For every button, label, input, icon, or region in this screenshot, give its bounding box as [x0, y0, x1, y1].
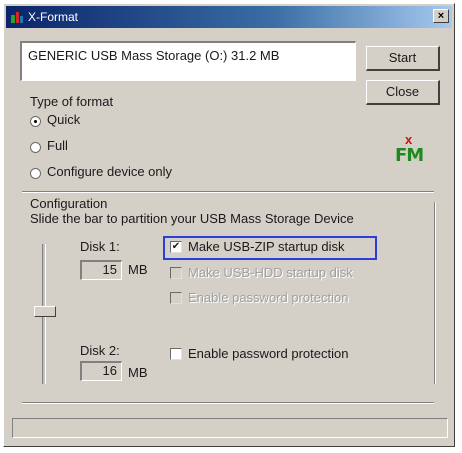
bottom-divider [22, 402, 434, 404]
device-field[interactable]: GENERIC USB Mass Storage (O:) 31.2 MB [20, 41, 356, 81]
section-divider [22, 191, 434, 193]
usb-zip-checkbox[interactable]: ✔ [170, 241, 182, 253]
disk2-password-checkbox[interactable] [170, 348, 182, 360]
title-bar[interactable]: X-Format × [6, 6, 452, 28]
fm-logo-icon: x FM [392, 132, 432, 172]
disk2-unit: MB [128, 365, 148, 380]
usb-zip-label[interactable]: Make USB-ZIP startup disk [188, 239, 345, 254]
disk2-size-field[interactable]: 16 [80, 361, 122, 381]
radio-full[interactable] [30, 142, 41, 153]
progress-bar [12, 418, 448, 438]
disk1-unit: MB [128, 262, 148, 277]
partition-slider-thumb[interactable] [34, 306, 56, 317]
start-button[interactable]: Start [366, 46, 440, 71]
radio-quick-label[interactable]: Quick [47, 112, 80, 127]
close-button[interactable]: Close [366, 80, 440, 105]
x-format-window: X-Format × GENERIC USB Mass Storage (O:)… [3, 3, 455, 447]
usb-hdd-label: Make USB-HDD startup disk [188, 265, 353, 280]
configuration-heading: Configuration [30, 196, 108, 211]
group-border [434, 202, 436, 384]
configuration-subtitle: Slide the bar to partition your USB Mass… [30, 211, 354, 226]
disk1-size-value: 15 [102, 262, 117, 277]
radio-full-label[interactable]: Full [47, 138, 68, 153]
format-type-heading: Type of format [30, 94, 114, 109]
radio-configure-only-label[interactable]: Configure device only [47, 164, 172, 179]
window-close-button[interactable]: × [433, 9, 449, 23]
radio-configure-only[interactable] [30, 168, 41, 179]
disk1-size-field[interactable]: 15 [80, 260, 122, 280]
disk1-password-checkbox [170, 292, 182, 304]
usb-hdd-checkbox [170, 267, 182, 279]
disk1-label: Disk 1: [80, 239, 120, 254]
disk2-label: Disk 2: [80, 343, 120, 358]
disk2-size-value: 16 [102, 363, 117, 378]
disk1-password-label: Enable password protection [188, 290, 349, 305]
window-title: X-Format [28, 10, 79, 24]
logo-letters: FM [395, 145, 424, 166]
radio-quick[interactable] [30, 116, 41, 127]
disk2-password-label[interactable]: Enable password protection [188, 346, 348, 361]
app-icon [11, 12, 23, 23]
device-text: GENERIC USB Mass Storage (O:) 31.2 MB [28, 48, 280, 63]
